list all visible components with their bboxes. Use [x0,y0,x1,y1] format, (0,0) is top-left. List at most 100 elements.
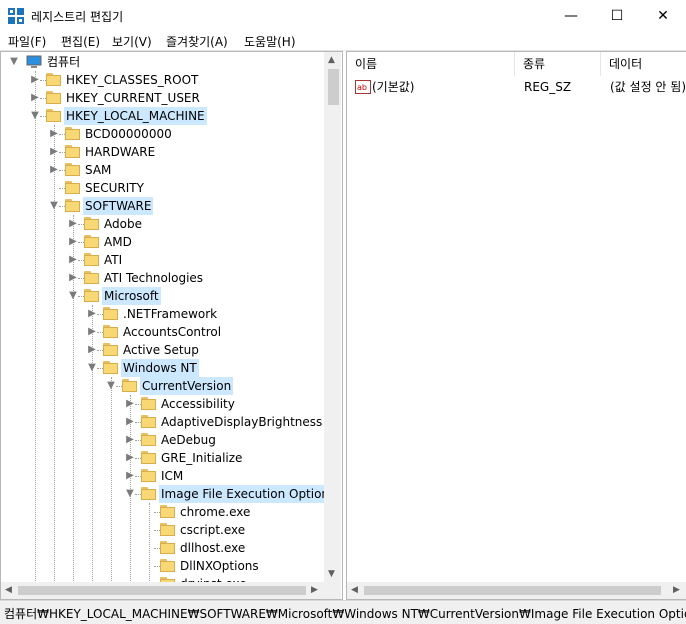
menu-view[interactable]: 보기(V) [112,33,152,50]
tree-item-label: ATI [104,253,123,267]
scroll-left-icon[interactable]: ◀ [5,585,12,595]
tree-item-label: HKEY_LOCAL_MACHINE [64,107,207,125]
tree-guide-line [35,71,36,581]
folder-icon [160,523,175,537]
folder-icon [141,451,156,465]
string-value-icon: ab [355,80,371,94]
chevron-down-icon[interactable]: ▼ [49,197,59,215]
minimize-button[interactable]: — [548,0,594,31]
scroll-up-icon[interactable]: ▲ [328,55,335,65]
values-list-pane[interactable]: 이름 종류 데이터 ab (기본값) REG_SZ (값 설정 안 됨) ◀ ▶ [346,51,686,600]
tree-item-label: AeDebug [161,433,216,447]
title-bar: 레지스트리 편집기 — ☐ ✕ [0,0,686,31]
chevron-right-icon[interactable]: ▶ [68,269,78,287]
chevron-down-icon[interactable]: ▼ [106,377,116,395]
chevron-right-icon[interactable]: ▶ [68,251,78,269]
folder-icon [46,91,61,105]
folder-icon [103,307,118,321]
folder-icon [141,415,156,429]
column-header-data[interactable]: 데이터 [601,52,686,76]
chevron-right-icon[interactable]: ▶ [87,305,97,323]
tree-vertical-scrollbar[interactable]: ▲ ▼ [324,52,341,582]
minimize-icon: — [564,7,578,24]
tree-item-label: HARDWARE [85,145,156,159]
svg-text:ab: ab [357,83,367,92]
chevron-right-icon[interactable]: ▶ [125,395,135,413]
folder-icon [84,235,99,249]
folder-icon [65,199,80,213]
chevron-down-icon[interactable]: ▼ [68,287,78,305]
menu-help[interactable]: 도움말(H) [244,33,296,50]
scroll-thumb[interactable] [328,69,339,105]
chevron-right-icon[interactable]: ▶ [49,161,59,179]
menu-bar: 파일(F) 편집(E) 보기(V) 즐겨찾기(A) 도움말(H) [0,31,686,51]
tree-item-label: CurrentVersion [140,377,234,395]
maximize-button[interactable]: ☐ [594,0,640,31]
folder-icon [65,163,80,177]
tree-item-label: Image File Execution Options [159,485,338,503]
chevron-right-icon[interactable]: ▶ [30,89,40,107]
tree-guide-line [111,377,112,581]
tree-item-label: SOFTWARE [83,197,154,215]
tree-item-label: dllhost.exe [180,541,246,555]
scroll-left-icon[interactable]: ◀ [351,585,358,595]
folder-icon [160,541,175,555]
scroll-thumb[interactable] [364,586,661,595]
chevron-down-icon[interactable]: ▼ [30,107,40,125]
folder-icon [84,217,99,231]
folder-icon [103,343,118,357]
scrollbar-corner [324,582,341,599]
close-button[interactable]: ✕ [640,0,686,31]
tree-item-label: AMD [104,235,132,249]
tree-item-label: .NETFramework [123,307,218,321]
folder-icon [122,379,137,393]
current-key-path: 컴퓨터₩HKEY_LOCAL_MACHINE₩SOFTWARE₩Microsof… [4,607,686,621]
chevron-right-icon[interactable]: ▶ [125,413,135,431]
tree-guide-line [149,503,150,581]
chevron-right-icon[interactable]: ▶ [49,143,59,161]
column-header-type[interactable]: 종류 [515,52,601,76]
chevron-right-icon[interactable]: ▶ [125,449,135,467]
chevron-right-icon[interactable]: ▶ [30,71,40,89]
tree-item-label: Windows NT [121,359,199,377]
window-title: 레지스트리 편집기 [31,10,124,24]
list-horizontal-scrollbar[interactable]: ◀ ▶ [347,582,686,599]
folder-icon [84,289,99,303]
folder-icon [84,253,99,267]
chevron-down-icon[interactable]: ▼ [9,53,19,71]
folder-icon [141,433,156,447]
tree-item-label: AdaptiveDisplayBrightness [161,415,323,429]
chevron-right-icon[interactable]: ▶ [125,467,135,485]
folder-icon [141,397,156,411]
column-header-name[interactable]: 이름 [347,52,515,76]
folder-icon [141,469,156,483]
close-icon: ✕ [657,7,669,24]
folder-icon [84,271,99,285]
scroll-down-icon[interactable]: ▼ [328,569,335,579]
chevron-right-icon[interactable]: ▶ [68,233,78,251]
scroll-thumb[interactable] [18,586,306,595]
chevron-right-icon[interactable]: ▶ [87,323,97,341]
folder-icon [65,145,80,159]
menu-favorites[interactable]: 즐겨찾기(A) [166,33,228,50]
scroll-right-icon[interactable]: ▶ [673,585,680,595]
key-tree-pane[interactable]: ▼ 컴퓨터 ▶ HKEY_CLASSES_ROOT ▶ HKEY_CURRENT_US… [0,51,343,600]
menu-edit[interactable]: 편집(E) [61,33,100,50]
tree-item-label: ICM [161,469,184,483]
scroll-right-icon[interactable]: ▶ [311,585,318,595]
chevron-down-icon[interactable]: ▼ [125,485,135,503]
chevron-right-icon[interactable]: ▶ [68,215,78,233]
folder-icon [46,73,61,87]
registry-editor-icon [8,8,24,24]
chevron-right-icon[interactable]: ▶ [87,341,97,359]
menu-file[interactable]: 파일(F) [8,33,46,50]
chevron-right-icon[interactable]: ▶ [125,431,135,449]
chevron-down-icon[interactable]: ▼ [87,359,97,377]
tree-item-label: HKEY_CLASSES_ROOT [66,73,199,87]
tree-item-label: chrome.exe [180,505,251,519]
folder-icon [160,505,175,519]
tree-horizontal-scrollbar[interactable]: ◀ ▶ [1,582,324,599]
folder-icon [65,181,80,195]
chevron-right-icon[interactable]: ▶ [49,125,59,143]
folder-icon [103,361,118,375]
